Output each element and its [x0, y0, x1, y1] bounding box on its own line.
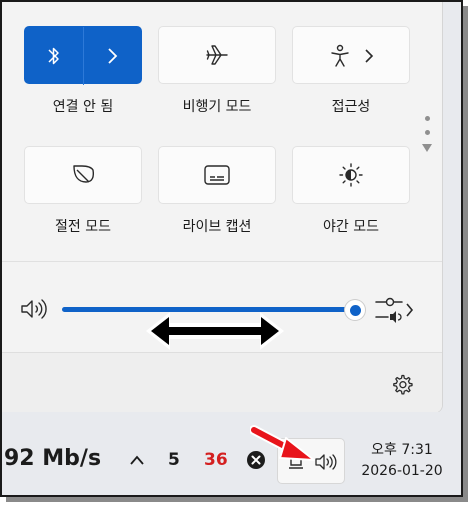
live-captions-tile[interactable] — [158, 146, 276, 204]
tile-label-battery-saver: 절전 모드 — [55, 219, 111, 235]
tile-label-bluetooth: 연결 안 됨 — [52, 99, 114, 115]
chevron-up-icon[interactable] — [128, 453, 146, 467]
airplane-mode-tile[interactable] — [158, 26, 276, 84]
page-dot[interactable] — [424, 130, 430, 135]
screenshot-frame: 연결 안 됨 비행기 모드 접근성 절전 모드 라이브 캡션 야간 모드 92 … — [0, 0, 463, 497]
accessibility-tile[interactable] — [292, 26, 410, 84]
quick-settings-tiles: 연결 안 됨 비행기 모드 접근성 절전 모드 라이브 캡션 야간 모드 — [2, 2, 442, 262]
airplane-icon — [206, 45, 228, 65]
red-arrow-annotation — [250, 425, 315, 461]
network-speed: 92 Mb/s — [4, 446, 102, 471]
chevron-down-icon[interactable] — [422, 144, 432, 152]
tile-label-accessibility: 접근성 — [331, 99, 371, 115]
volume-slider-thumb[interactable] — [345, 300, 365, 320]
bluetooth-tile[interactable] — [24, 26, 142, 85]
frame-shadow — [6, 497, 468, 502]
clock-date: 2026-01-20 — [361, 463, 443, 479]
accessibility-icon — [331, 44, 349, 67]
frame-shadow — [463, 6, 468, 502]
page-indicator[interactable] — [421, 116, 433, 166]
clock-time: 오후 7:31 — [371, 442, 433, 458]
tray-count-b[interactable]: 36 — [204, 450, 228, 470]
tile-label-live-captions: 라이브 캡션 — [182, 219, 252, 235]
night-light-icon — [339, 163, 363, 187]
leaf-icon — [73, 165, 95, 183]
taskbar-clock[interactable]: 오후 7:31 2026-01-20 — [352, 440, 452, 482]
tile-label-night-light: 야간 모드 — [323, 219, 379, 235]
night-light-tile[interactable] — [292, 146, 410, 204]
page-dot[interactable] — [424, 116, 430, 121]
double-arrow-annotation — [146, 312, 284, 350]
captions-icon — [204, 165, 230, 185]
speaker-icon[interactable] — [19, 298, 49, 320]
battery-saver-tile[interactable] — [24, 146, 142, 204]
quick-settings-footer — [2, 352, 442, 413]
gear-icon[interactable] — [390, 373, 414, 397]
tile-split-divider — [83, 27, 84, 85]
tray-count-a[interactable]: 5 — [168, 450, 180, 470]
chevron-right-icon[interactable] — [363, 47, 375, 65]
volume-slider-thumb-center — [349, 304, 361, 316]
chevron-right-icon[interactable] — [105, 46, 119, 66]
tile-label-airplane: 비행기 모드 — [182, 99, 252, 115]
audio-output-icon[interactable] — [374, 296, 416, 324]
bluetooth-icon — [48, 47, 59, 65]
